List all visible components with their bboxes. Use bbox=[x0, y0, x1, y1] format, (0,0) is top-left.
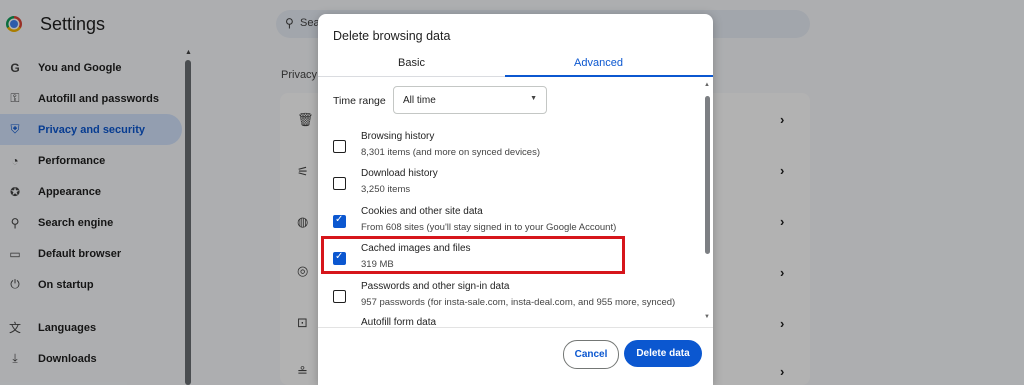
delete-data-button[interactable]: Delete data bbox=[624, 340, 702, 367]
checkbox[interactable] bbox=[333, 290, 346, 303]
scroll-down-arrow-icon[interactable]: ▼ bbox=[704, 314, 710, 320]
active-tab-indicator bbox=[505, 75, 713, 77]
option-title: Browsing history bbox=[361, 131, 435, 142]
option-browsing-history[interactable]: Browsing history 8,301 items (and more o… bbox=[318, 128, 703, 164]
tab-basic[interactable]: Basic bbox=[318, 57, 505, 77]
option-subtitle: 3,250 items bbox=[361, 184, 411, 195]
cancel-button[interactable]: Cancel bbox=[563, 340, 619, 369]
tab-advanced[interactable]: Advanced bbox=[505, 57, 692, 77]
highlight-box bbox=[321, 236, 625, 274]
option-download-history[interactable]: Download history 3,250 items bbox=[318, 165, 703, 201]
option-subtitle: From 608 sites (you'll stay signed in to… bbox=[361, 222, 617, 233]
dialog-scrollbar-thumb[interactable] bbox=[705, 96, 710, 254]
scroll-up-arrow-icon[interactable]: ▲ bbox=[704, 82, 710, 88]
option-passwords[interactable]: Passwords and other sign-in data 957 pas… bbox=[318, 278, 703, 314]
checkbox[interactable] bbox=[333, 140, 346, 153]
options-list: Browsing history 8,301 items (and more o… bbox=[318, 118, 708, 328]
dropdown-caret-icon: ▼ bbox=[530, 95, 537, 102]
option-title: Passwords and other sign-in data bbox=[361, 281, 510, 292]
dialog-title: Delete browsing data bbox=[333, 29, 451, 43]
option-title: Download history bbox=[361, 168, 438, 179]
option-title: Cookies and other site data bbox=[361, 206, 483, 217]
checkbox[interactable] bbox=[333, 177, 346, 190]
time-range-select[interactable]: All time ▼ bbox=[393, 86, 547, 114]
option-subtitle: 8,301 items (and more on synced devices) bbox=[361, 147, 541, 158]
footer-divider bbox=[318, 327, 713, 328]
option-cookies[interactable]: Cookies and other site data From 608 sit… bbox=[318, 203, 703, 239]
time-range-label: Time range bbox=[333, 95, 386, 107]
delete-browsing-data-dialog: Delete browsing data Basic Advanced Time… bbox=[318, 14, 713, 385]
time-range-value: All time bbox=[403, 95, 436, 106]
option-subtitle: 957 passwords (for insta-sale.com, insta… bbox=[361, 297, 676, 308]
checkbox-checked[interactable] bbox=[333, 214, 346, 228]
